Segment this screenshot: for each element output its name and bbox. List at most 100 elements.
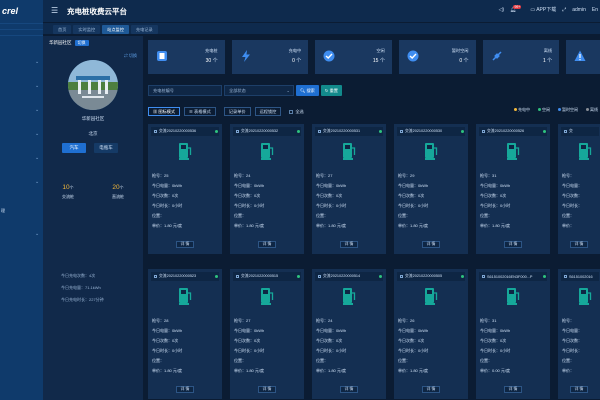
summary-total[interactable]: 充电桩 30 个 xyxy=(148,40,225,74)
remote-lock-button[interactable]: 远程锁控 xyxy=(254,107,282,116)
pile-info: 枪号：31 今日电量：0kWh 今日次数：0次 今日时长：0小时 位置： 单价：0.00 … xyxy=(480,318,511,373)
pile-card[interactable]: 交流20210220000536 枪号：25 今日电量：0kWh 今日次数：0次 今日时… xyxy=(148,124,222,254)
checkbox[interactable] xyxy=(400,275,403,278)
details-button[interactable]: 详 情 xyxy=(258,241,276,248)
fullscreen-icon[interactable]: ⤢ xyxy=(562,7,566,13)
details-button[interactable]: 详 情 xyxy=(570,386,588,393)
pile-card[interactable]: 交流20210220000526 枪号：31 今日电量：0kWh 今日次数：0次 今日时… xyxy=(476,124,550,254)
details-button[interactable]: 详 情 xyxy=(176,241,194,248)
details-button[interactable]: 详 情 xyxy=(258,386,276,393)
summary-idle[interactable]: 空闲 15 个 xyxy=(315,40,392,74)
legend-idle: 空闲 xyxy=(538,107,550,113)
tab-realtime[interactable]: 实时监控 xyxy=(73,25,101,34)
status-dot xyxy=(461,130,464,133)
icon-mode-button[interactable]: ▦ 图标模式 xyxy=(148,107,181,116)
pile-card[interactable]: S6151002016 枪号： 今日电量： 今日次数： 今日时长： 位置： 单价： 详 情 xyxy=(558,269,600,399)
car-type-button[interactable]: 汽车 xyxy=(62,143,86,153)
checkbox[interactable] xyxy=(318,130,321,133)
pile-card[interactable]: 交流20210220000532 枪号：24 今日电量：0kWh 今日次数：0次 今日时… xyxy=(230,124,304,254)
pile-info: 枪号：26 今日电量：0kWh 今日次数：0次 今日时长：0小时 位置： 单价：1.80 … xyxy=(398,318,429,373)
pile-card-title: 交流20210220000530 xyxy=(397,127,465,136)
checkbox[interactable] xyxy=(400,130,403,133)
search-button[interactable]: 🔍︎ 搜索 xyxy=(296,84,319,96)
pile-number-input[interactable]: 充电桩编号 xyxy=(148,84,222,96)
pile-info: 枪号：24 今日电量：0kWh 今日次数：0次 今日时长：0小时 位置： 单价：1.80 … xyxy=(316,318,347,373)
chevron-down-icon[interactable]: ⌄ xyxy=(35,84,39,89)
chevron-down-icon[interactable]: ⌄ xyxy=(35,156,39,161)
checkbox[interactable] xyxy=(236,275,239,278)
record-price-button[interactable]: 记录单价 xyxy=(223,107,251,116)
station-title: 华新园社区 xyxy=(49,40,72,45)
switch-station-tag[interactable]: 切换 xyxy=(74,40,89,46)
status-select[interactable]: 全部状态 ⌄ xyxy=(224,84,294,96)
bell-icon[interactable]: 🔔︎99+ xyxy=(510,4,524,13)
check-circle-icon xyxy=(323,50,335,62)
pile-card[interactable]: 交流20210220000505 枪号：26 今日电量：0kWh 今日次数：0次 今日时… xyxy=(394,269,468,399)
details-button[interactable]: 详 情 xyxy=(504,386,522,393)
status-dot xyxy=(215,130,218,133)
list-mode-button[interactable]: ☰ 表格模式 xyxy=(184,107,216,116)
summary-fault[interactable] xyxy=(566,40,600,74)
station-photo xyxy=(68,60,118,110)
select-all-checkbox[interactable]: 全选 xyxy=(289,109,304,115)
summary-charging[interactable]: 充电中 0 个 xyxy=(231,40,309,74)
pile-card[interactable]: 交流20210220000515 枪号：27 今日电量：0kWh 今日次数：0次 今日时… xyxy=(230,269,304,399)
checkbox[interactable] xyxy=(564,275,567,278)
legend-offline: 离线 xyxy=(586,107,598,113)
summary-cards: 充电桩 30 个 充电中 0 个 空闲 15 个 暂时空闲 0 个 离线 1 个 xyxy=(148,40,600,74)
charger-icon xyxy=(343,143,356,160)
switch-link[interactable]: ⇄ 切换 xyxy=(124,53,137,59)
chevron-down-icon[interactable]: ⌄ xyxy=(35,180,39,185)
details-button[interactable]: 详 情 xyxy=(422,386,440,393)
ebike-type-button[interactable]: 电瓶车 xyxy=(94,143,118,153)
chevron-down-icon[interactable]: ⌄ xyxy=(35,132,39,137)
station-panel: 华新园社区 切换 ⇄ 切换 华新园社区 北京 汽车 电瓶车 10个 交流桩 20… xyxy=(43,36,143,400)
pile-card[interactable]: 交枪号： 今日电量： 今日次数： 今日时长： 位置： 单价： 详 情 xyxy=(558,124,600,254)
checkbox[interactable] xyxy=(564,130,567,133)
pile-card[interactable]: S6151002016EN3F000...P 枪号：31 今日电量：0kWh 今日次数… xyxy=(476,269,550,399)
pile-card-title: 交流20210220000536 xyxy=(151,127,219,136)
user-name[interactable]: admin xyxy=(572,7,586,13)
summary-temp-idle[interactable]: 暂时空闲 0 个 xyxy=(398,40,476,74)
tab-home[interactable]: 首页 xyxy=(53,25,72,34)
charger-icon xyxy=(261,143,274,160)
charger-icon xyxy=(425,143,438,160)
status-dot xyxy=(379,275,382,278)
menu-icon[interactable]: ☰ xyxy=(51,6,58,15)
checkbox[interactable] xyxy=(154,130,157,133)
details-button[interactable]: 详 情 xyxy=(340,241,358,248)
checkbox[interactable] xyxy=(482,275,485,278)
tab-site-monitor[interactable]: 站点监控 xyxy=(102,25,129,34)
summary-offline[interactable]: 离线 1 个 xyxy=(482,40,560,74)
today-info: 今日充电次数：4次 今日充电量：71.1kWh 今日充电时长：227分钟 xyxy=(61,273,104,302)
checkbox[interactable] xyxy=(318,275,321,278)
details-button[interactable]: 详 情 xyxy=(422,241,440,248)
details-button[interactable]: 详 情 xyxy=(176,386,194,393)
app-download-link[interactable]: ▭ APP下载 xyxy=(530,6,556,13)
reset-button[interactable]: ↻ 重置 xyxy=(320,84,342,96)
top-bar: ☰ 充电桩收费云平台 ◁) 🔔︎99+ ▭ APP下载 ⤢ admin En xyxy=(43,0,600,22)
unplug-icon xyxy=(491,50,503,62)
pile-card[interactable]: 交流20210220000523 枪号：28 今日电量：0kWh 今日次数：0次 今日时… xyxy=(148,269,222,399)
pile-card[interactable]: 交流20210220000514 枪号：24 今日电量：0kWh 今日次数：0次 今日时… xyxy=(312,269,386,399)
details-button[interactable]: 详 情 xyxy=(340,386,358,393)
sound-icon[interactable]: ◁) xyxy=(499,7,505,13)
details-button[interactable]: 详 情 xyxy=(504,241,522,248)
checkbox[interactable] xyxy=(236,130,239,133)
checkbox[interactable] xyxy=(154,275,157,278)
tab-charge-records[interactable]: 充电记录 xyxy=(130,25,158,34)
chevron-down-icon[interactable]: ⌄ xyxy=(35,60,39,65)
chevron-down-icon[interactable]: ⌄ xyxy=(35,232,39,237)
status-dot xyxy=(297,130,300,133)
pile-card[interactable]: 交流20210220000531 枪号：27 今日电量：0kWh 今日次数：0次 今日时… xyxy=(312,124,386,254)
status-dot xyxy=(543,130,546,133)
lightning-icon xyxy=(240,50,252,62)
details-button[interactable]: 详 情 xyxy=(570,241,588,248)
pile-card[interactable]: 交流20210220000530 枪号：29 今日电量：0kWh 今日次数：0次 今日时… xyxy=(394,124,468,254)
plug-icon xyxy=(156,50,168,62)
language-switch[interactable]: En xyxy=(592,7,598,13)
sidebar-item-label[interactable]: 理 xyxy=(1,208,5,214)
checkbox[interactable] xyxy=(482,130,485,133)
status-legend: 充电中 空闲 暂时空闲 离线 xyxy=(514,107,598,113)
chevron-down-icon[interactable]: ⌄ xyxy=(35,108,39,113)
